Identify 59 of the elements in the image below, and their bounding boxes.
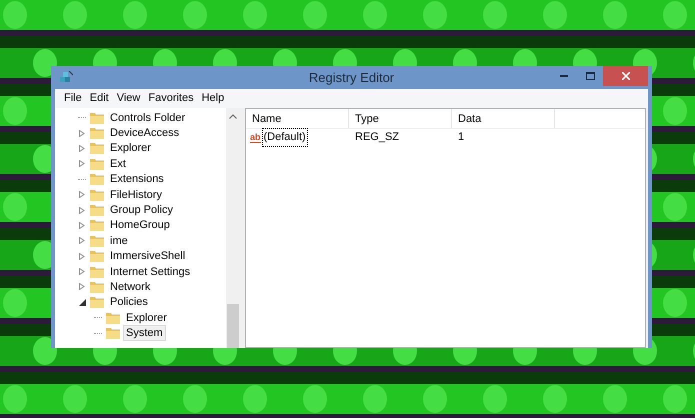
menu-item[interactable]: Edit — [86, 90, 112, 107]
expand-arrow-icon[interactable] — [79, 283, 85, 290]
tree-item[interactable]: Extensions — [107, 171, 167, 188]
expand-arrow-icon[interactable] — [79, 160, 85, 168]
menu-item[interactable]: Favorites — [145, 90, 197, 107]
value-name[interactable]: (Default) — [262, 128, 308, 147]
tree-item[interactable]: Internet Settings — [107, 264, 194, 280]
tree-item[interactable]: Policies — [107, 294, 151, 310]
tree-item[interactable]: Ext — [107, 156, 129, 172]
tree-item[interactable]: HomeGroup — [107, 217, 173, 234]
tree-item[interactable]: ime — [107, 232, 131, 249]
tree-item[interactable]: ImmersiveShell — [107, 248, 188, 264]
tree-item[interactable]: DeviceAccess — [107, 125, 182, 142]
expand-arrow-icon[interactable] — [79, 191, 85, 198]
folder-icon — [90, 250, 104, 262]
value-data: 1 — [457, 130, 464, 146]
column-header[interactable]: Data — [452, 109, 555, 128]
expand-arrow-icon[interactable] — [79, 268, 85, 276]
folder-icon — [106, 327, 120, 340]
scroll-up-icon[interactable] — [229, 114, 237, 119]
folder-icon — [90, 234, 104, 247]
scrollbar[interactable] — [226, 108, 240, 348]
expand-arrow-icon[interactable] — [79, 144, 85, 152]
close-button[interactable] — [603, 66, 648, 86]
tree-item[interactable]: FileHistory — [107, 186, 165, 203]
expand-arrow-icon[interactable] — [79, 130, 85, 137]
tree-item[interactable]: System — [123, 325, 166, 342]
tree-item[interactable]: Explorer — [123, 310, 170, 326]
registry-cubes-icon — [59, 70, 73, 84]
folder-icon — [90, 296, 104, 308]
folder-icon — [90, 158, 104, 170]
column-header[interactable]: Name — [246, 109, 349, 128]
tree-item[interactable]: Controls Folder — [107, 110, 188, 126]
folder-icon — [90, 266, 104, 278]
menu-item[interactable]: File — [61, 90, 85, 107]
folder-icon — [106, 312, 120, 324]
tree-item[interactable]: Explorer — [107, 140, 154, 156]
tree-item[interactable]: Group Policy — [107, 202, 176, 218]
scroll-thumb[interactable] — [227, 304, 239, 348]
folder-icon — [90, 173, 104, 186]
folder-icon — [90, 188, 104, 201]
folder-icon — [90, 112, 104, 124]
folder-icon — [90, 142, 104, 154]
column-header[interactable]: Type — [349, 109, 452, 128]
expand-arrow-icon[interactable] — [79, 237, 85, 244]
folder-icon — [90, 127, 104, 140]
tree-item[interactable]: Network — [107, 279, 154, 295]
folder-icon — [90, 219, 104, 232]
menu-item[interactable]: Help — [198, 90, 228, 107]
expand-arrow-icon[interactable] — [79, 252, 85, 260]
window-title: Registry Editor — [308, 68, 394, 87]
close-icon — [622, 72, 630, 80]
folder-icon — [90, 204, 104, 216]
value-type: REG_SZ — [354, 130, 400, 146]
expand-arrow-icon[interactable] — [79, 206, 85, 214]
folder-icon — [90, 280, 104, 293]
collapse-arrow-icon[interactable] — [78, 298, 86, 306]
expand-arrow-icon[interactable] — [79, 222, 85, 229]
menu-item[interactable]: View — [114, 90, 144, 107]
